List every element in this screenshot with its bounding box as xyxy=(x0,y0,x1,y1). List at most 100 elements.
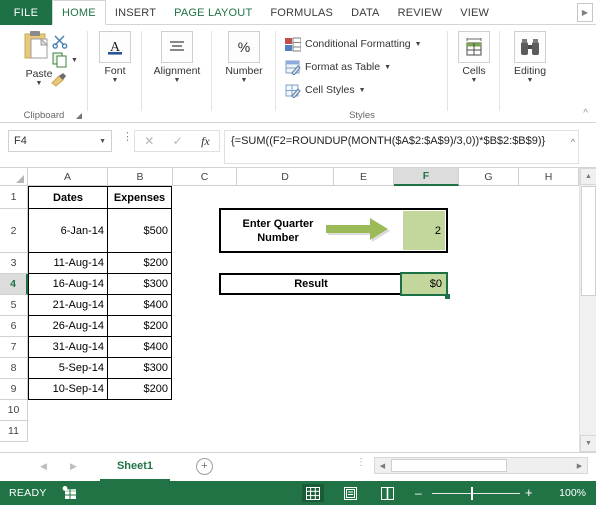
row-header-3[interactable]: 3 xyxy=(0,253,28,274)
zoom-level-label[interactable]: 100% xyxy=(559,487,586,499)
tab-data[interactable]: DATA xyxy=(342,0,389,25)
record-macro-icon[interactable] xyxy=(62,486,77,500)
zoom-slider-thumb[interactable] xyxy=(471,487,473,500)
triangle-left-icon[interactable]: ◀ xyxy=(375,458,390,473)
column-header-h[interactable]: H xyxy=(519,168,579,186)
tab-page-layout[interactable]: PAGE LAYOUT xyxy=(165,0,261,25)
collapse-ribbon-icon[interactable]: ^ xyxy=(583,108,588,119)
chevron-down-icon[interactable]: ▼ xyxy=(218,77,270,84)
column-header-a[interactable]: A xyxy=(28,168,108,186)
vertical-scroll-thumb[interactable] xyxy=(581,186,596,296)
triangle-down-icon[interactable]: ▼ xyxy=(580,435,596,452)
formula-bar-handle[interactable]: ⋮ xyxy=(122,132,133,143)
triangle-left-icon[interactable]: ◀ xyxy=(40,461,47,472)
tab-formulas[interactable]: FORMULAS xyxy=(261,0,342,25)
chevron-down-icon[interactable]: ▼ xyxy=(384,64,391,71)
conditional-formatting-button[interactable]: Conditional Formatting ▼ xyxy=(285,34,422,54)
cell-f4-result-value[interactable]: $0 xyxy=(402,274,446,294)
cell-b7[interactable]: $400 xyxy=(107,336,172,358)
cell-a4[interactable]: 16-Aug-14 xyxy=(28,273,108,295)
row-header-4[interactable]: 4 xyxy=(0,274,28,295)
cell-a2[interactable]: 6-Jan-14 xyxy=(28,208,108,253)
cells-button[interactable]: Cells ▼ xyxy=(448,31,500,84)
cell-a7[interactable]: 31-Aug-14 xyxy=(28,336,108,358)
chevron-down-icon[interactable]: ▼ xyxy=(504,77,556,84)
alignment-button[interactable]: Alignment ▼ xyxy=(151,31,203,84)
tab-review[interactable]: REVIEW xyxy=(389,0,452,25)
page-layout-view-button[interactable] xyxy=(339,484,361,502)
column-header-d[interactable]: D xyxy=(237,168,334,186)
row-header-11[interactable]: 11 xyxy=(0,421,28,442)
cell-b2[interactable]: $500 xyxy=(107,208,172,253)
font-button[interactable]: A Font ▼ xyxy=(89,31,141,84)
cell-b6[interactable]: $200 xyxy=(107,315,172,337)
cell-b1[interactable]: Expenses xyxy=(107,186,172,209)
zoom-out-button[interactable]: – xyxy=(415,486,422,500)
chevron-down-icon[interactable]: ▼ xyxy=(415,41,422,48)
page-break-view-button[interactable] xyxy=(376,484,398,502)
cell-f2-quarter-value[interactable]: 2 xyxy=(403,211,445,250)
cell-b9[interactable]: $200 xyxy=(107,378,172,400)
cell-styles-button[interactable]: Cell Styles ▼ xyxy=(285,80,366,100)
chevron-down-icon[interactable]: ▼ xyxy=(89,77,141,84)
scissors-icon[interactable] xyxy=(52,33,68,49)
row-header-7[interactable]: 7 xyxy=(0,337,28,358)
tab-insert[interactable]: INSERT xyxy=(106,0,165,25)
row-header-1[interactable]: 1 xyxy=(0,186,28,209)
scroll-split-handle[interactable]: ⋮ xyxy=(356,458,366,468)
select-all-corner[interactable] xyxy=(0,168,28,186)
fill-handle[interactable] xyxy=(445,294,450,299)
dialog-launcher-icon[interactable]: ◢ xyxy=(76,111,82,120)
horizontal-scroll-thumb[interactable] xyxy=(391,459,507,472)
row-header-6[interactable]: 6 xyxy=(0,316,28,337)
cell-a5[interactable]: 21-Aug-14 xyxy=(28,294,108,316)
column-header-b[interactable]: B xyxy=(108,168,173,186)
cell-b8[interactable]: $300 xyxy=(107,357,172,379)
row-header-9[interactable]: 9 xyxy=(0,379,28,400)
cell-a3[interactable]: 11-Aug-14 xyxy=(28,252,108,274)
number-button[interactable]: % Number ▼ xyxy=(218,31,270,84)
zoom-slider-track[interactable] xyxy=(432,493,520,494)
chevron-right-icon[interactable]: ▶ xyxy=(577,3,593,22)
chevron-down-icon[interactable]: ▼ xyxy=(359,87,366,94)
copy-icon[interactable] xyxy=(52,52,68,68)
cell-a9[interactable]: 10-Sep-14 xyxy=(28,378,108,400)
tab-file[interactable]: FILE xyxy=(0,0,52,25)
sheet-tab-sheet1[interactable]: Sheet1 xyxy=(100,453,170,481)
row-header-2[interactable]: 2 xyxy=(0,209,28,253)
zoom-in-button[interactable]: + xyxy=(525,485,533,500)
enter-check-icon[interactable]: ✓ xyxy=(173,134,183,148)
cell-a1[interactable]: Dates xyxy=(28,186,108,209)
plus-circle-icon[interactable]: + xyxy=(196,458,213,475)
chevron-down-icon[interactable]: ▼ xyxy=(448,77,500,84)
normal-view-button[interactable] xyxy=(302,484,324,502)
chevron-down-icon[interactable]: ▼ xyxy=(71,57,78,64)
chevron-down-icon[interactable]: ▼ xyxy=(99,138,106,145)
column-header-g[interactable]: G xyxy=(459,168,519,186)
cell-b3[interactable]: $200 xyxy=(107,252,172,274)
column-header-e[interactable]: E xyxy=(334,168,394,186)
cell-b5[interactable]: $400 xyxy=(107,294,172,316)
chevron-down-icon[interactable]: ▼ xyxy=(151,77,203,84)
row-header-5[interactable]: 5 xyxy=(0,295,28,316)
row-header-8[interactable]: 8 xyxy=(0,358,28,379)
name-box[interactable]: F4 ▼ xyxy=(8,130,112,152)
editing-button[interactable]: Editing ▼ xyxy=(504,31,556,84)
row-header-10[interactable]: 10 xyxy=(0,400,28,421)
chevron-up-icon[interactable]: ^ xyxy=(571,135,575,149)
cell-a8[interactable]: 5-Sep-14 xyxy=(28,357,108,379)
triangle-right-icon[interactable]: ▶ xyxy=(572,458,587,473)
fx-icon[interactable]: fx xyxy=(201,134,210,149)
cell-b4[interactable]: $300 xyxy=(107,273,172,295)
tab-home[interactable]: HOME xyxy=(52,0,106,25)
paintbrush-icon[interactable] xyxy=(50,71,68,87)
vertical-scrollbar[interactable]: ▲ ▼ xyxy=(579,168,596,452)
triangle-up-icon[interactable]: ▲ xyxy=(580,168,596,185)
cell-a6[interactable]: 26-Aug-14 xyxy=(28,315,108,337)
tab-view[interactable]: VIEW xyxy=(451,0,498,25)
formula-input[interactable]: {=SUM((F2=ROUNDUP(MONTH($A$2:$A$9)/3,0))… xyxy=(224,130,579,164)
horizontal-scrollbar[interactable]: ◀ ▶ xyxy=(374,457,588,474)
column-header-f[interactable]: F xyxy=(394,168,459,186)
triangle-right-icon[interactable]: ▶ xyxy=(70,461,77,472)
format-as-table-button[interactable]: Format as Table ▼ xyxy=(285,57,391,77)
